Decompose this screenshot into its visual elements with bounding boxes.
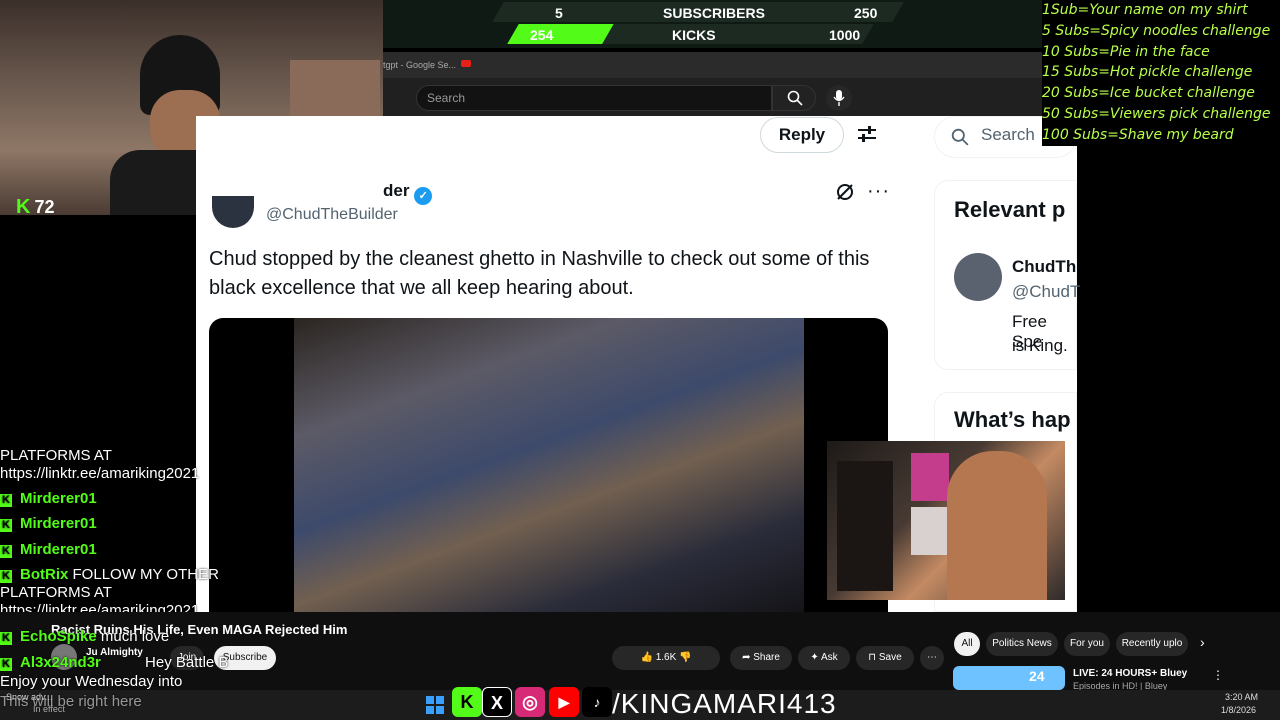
youtube-logo-icon: ▶ <box>549 687 579 717</box>
youtube-search-input[interactable]: Search <box>416 85 772 111</box>
share-icon: ➦ <box>742 652 751 663</box>
goal-item: 100 Subs=Shave my beard <box>1042 126 1234 143</box>
tiktok-logo-icon: ♪ <box>582 687 612 717</box>
goal-item: 10 Subs=Pie in the face <box>1042 43 1210 60</box>
goal-item: 5 Subs=Spicy noodles challenge <box>1042 22 1271 39</box>
thumbs-down-icon: 👎 <box>679 652 692 663</box>
chat-message: K Mirderer01 <box>0 490 97 507</box>
tweet-author-name[interactable]: der ✓ <box>383 181 433 205</box>
stream-goals-bar: 5 SUBSCRIBERS 250 254 KICKS 1000 <box>383 0 1042 48</box>
kick-badge-icon: K <box>0 519 12 532</box>
kicks-row: 254 KICKS 1000 <box>383 24 1042 46</box>
tweet-author-handle[interactable]: @ChudTheBuilder <box>266 206 398 224</box>
chat-line: This will be right here <box>0 693 142 710</box>
tweet-text: Chud stopped by the cleanest ghetto in N… <box>209 248 870 299</box>
chat-line: PLATFORMS AT <box>0 447 112 464</box>
wall-art-mask <box>911 507 949 555</box>
chat-message: K Mirderer01 <box>0 515 97 532</box>
youtube-icon <box>461 60 471 67</box>
youtube-search-button[interactable] <box>772 85 816 111</box>
thumbs-up-icon: 👍 <box>640 652 653 663</box>
live-video-title[interactable]: LIVE: 24 HOURS+ Bluey <box>1073 668 1187 679</box>
goal-item: 1Sub=Your name on my shirt <box>1042 2 1248 18</box>
chip-recently-uploaded[interactable]: Recently uplo <box>1116 632 1188 656</box>
wall-art-pink <box>911 453 949 501</box>
save-button[interactable]: ⊓ Save <box>856 646 914 670</box>
kick-badge-icon: K <box>0 494 12 507</box>
chat-message: K Al3x24nd3r Hey Battle B <box>0 654 228 671</box>
whats-happening-title: What’s hap <box>954 407 1071 432</box>
chat-message: K EchoSpike much love <box>0 628 169 645</box>
kick-badge-icon: K <box>0 658 12 671</box>
goal-item: 20 Subs=Ice bucket challenge <box>1042 85 1255 102</box>
filter-sliders-icon[interactable] <box>857 124 877 144</box>
chip-all[interactable]: All <box>954 632 980 656</box>
subscribers-row: 5 SUBSCRIBERS 250 <box>383 2 1042 24</box>
microphone-icon <box>833 90 845 106</box>
windows-start-icon[interactable] <box>426 696 444 714</box>
kick-badge-icon: K <box>0 570 12 583</box>
kick-viewer-count: K 72 <box>16 196 55 218</box>
face-shape <box>947 451 1047 600</box>
kick-badge-icon: K <box>0 632 12 645</box>
chip-politics-news[interactable]: Politics News <box>986 632 1058 656</box>
search-icon <box>951 128 969 146</box>
browser-bookmarks-bar: tgpt - Google Se... <box>383 52 1042 78</box>
reaction-webcam <box>827 441 1065 600</box>
relevant-people-title: Relevant p <box>954 197 1066 222</box>
streamer-handle: /KINGAMARI413 <box>612 688 837 719</box>
tweet-video[interactable] <box>209 318 888 612</box>
relevant-name[interactable]: ChudTh <box>1012 257 1076 277</box>
chat-message: K Mirderer01 <box>0 541 97 558</box>
more-options-icon[interactable]: ··· <box>867 180 890 203</box>
clock-time[interactable]: 3:20 AM <box>1225 692 1258 702</box>
clock-date[interactable]: 1/8/2026 <box>1221 705 1256 715</box>
chat-line: Enjoy your Wednesday into <box>0 673 183 690</box>
kick-logo-icon: K <box>452 687 482 717</box>
like-dislike-button[interactable]: 👍 1.6K 👎 <box>612 646 720 670</box>
verified-badge-icon: ✓ <box>414 187 433 205</box>
relevant-handle[interactable]: @ChudT <box>1012 282 1080 302</box>
chevron-right-icon[interactable]: › <box>1200 634 1205 650</box>
chat-message: K BotRix FOLLOW MY OTHER <box>0 566 219 583</box>
relevant-people-card: Relevant p ChudTh @ChudT Free Spe is Kin… <box>934 180 1080 370</box>
bookmark-item[interactable]: tgpt - Google Se... <box>383 60 456 70</box>
relevant-bio-2: is King. <box>1012 336 1068 355</box>
goal-item: 15 Subs=Hot pickle challenge <box>1042 64 1253 81</box>
bookmark-icon: ⊓ <box>868 652 877 663</box>
sparkle-icon: ✦ <box>810 652 819 663</box>
instagram-logo-icon: ◎ <box>515 687 545 717</box>
search-icon <box>787 90 803 106</box>
video-frame <box>294 318 804 612</box>
shelf-shape <box>837 461 893 591</box>
chip-for-you[interactable]: For you <box>1064 632 1110 656</box>
live-video-thumbnail[interactable]: 24 <box>953 666 1065 690</box>
chat-line: https://linktr.ee/amariking2021 <box>0 465 200 482</box>
youtube-video-info: Racist Ruins His Life, Even MAGA Rejecte… <box>0 612 1280 690</box>
more-actions-icon[interactable]: ⋯ <box>920 646 944 670</box>
sub-goals-list: 1Sub=Your name on my shirt 5 Subs=Spicy … <box>1042 0 1280 146</box>
relevant-avatar[interactable] <box>954 253 1002 301</box>
reply-button[interactable]: Reply <box>760 117 844 153</box>
x-logo-icon: X <box>482 687 512 717</box>
voice-search-button[interactable] <box>826 85 852 111</box>
kick-logo-icon: K <box>16 196 31 218</box>
share-button[interactable]: ➦ Share <box>730 646 792 670</box>
live-video-subtitle: Episodes in HD! | Bluey <box>1073 681 1168 690</box>
kick-badge-icon: K <box>0 545 12 558</box>
kebab-menu-icon[interactable]: ⋮ <box>1212 668 1224 682</box>
grok-icon[interactable] <box>835 182 855 202</box>
ask-button[interactable]: ✦ Ask <box>798 646 850 670</box>
chat-line: PLATFORMS AT <box>0 584 112 601</box>
goal-item: 50 Subs=Viewers pick challenge <box>1042 105 1271 122</box>
